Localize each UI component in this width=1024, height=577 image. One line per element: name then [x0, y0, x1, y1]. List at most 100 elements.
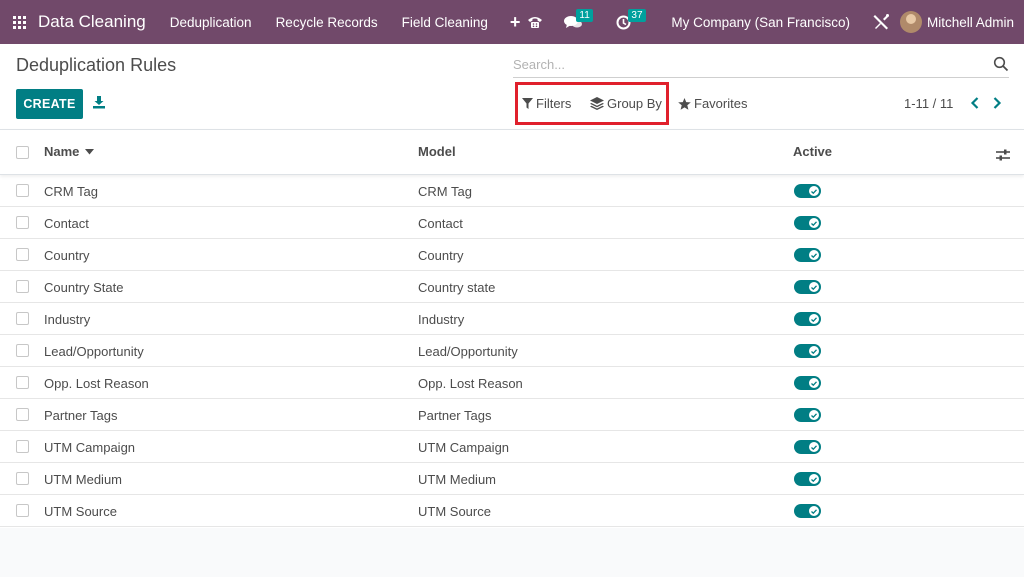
active-toggle[interactable] — [794, 472, 821, 486]
row-checkbox[interactable] — [16, 504, 29, 517]
table-row[interactable]: UTM Medium UTM Medium — [0, 463, 1024, 495]
tools-icon[interactable] — [862, 0, 900, 44]
cell-model: Contact — [418, 216, 463, 231]
row-checkbox[interactable] — [16, 248, 29, 261]
cell-model: UTM Campaign — [418, 440, 510, 455]
user-menu[interactable]: Mitchell Admin — [927, 15, 1024, 30]
table-row[interactable]: Country Country — [0, 239, 1024, 271]
filters-button[interactable]: Filters — [522, 96, 571, 111]
chevron-left-icon[interactable] — [969, 96, 981, 110]
check-icon — [809, 250, 819, 260]
check-icon — [809, 442, 819, 452]
app-title[interactable]: Data Cleaning — [38, 12, 146, 32]
table-row[interactable]: Opp. Lost Reason Opp. Lost Reason — [0, 367, 1024, 399]
cell-name: Contact — [44, 216, 89, 231]
page-title: Deduplication Rules — [16, 55, 177, 75]
sort-down-icon — [85, 148, 95, 154]
cell-name: Opp. Lost Reason — [44, 376, 149, 391]
check-icon — [809, 506, 819, 516]
row-checkbox[interactable] — [16, 376, 29, 389]
phone-icon[interactable] — [516, 0, 554, 44]
activities-badge: 37 — [628, 9, 646, 22]
cell-model: Country — [418, 248, 464, 263]
table-row[interactable]: CRM Tag CRM Tag — [0, 175, 1024, 207]
active-toggle[interactable] — [794, 280, 821, 294]
column-header-model[interactable]: Model — [418, 144, 456, 159]
row-checkbox[interactable] — [16, 408, 29, 421]
filter-icon — [522, 98, 533, 109]
menu-deduplication[interactable]: Deduplication — [158, 15, 264, 30]
active-toggle[interactable] — [794, 408, 821, 422]
cell-model: CRM Tag — [418, 184, 472, 199]
table-row[interactable]: Contact Contact — [0, 207, 1024, 239]
user-avatar[interactable] — [899, 11, 922, 33]
cell-name: Lead/Opportunity — [44, 344, 144, 359]
cell-model: Opp. Lost Reason — [418, 376, 523, 391]
active-toggle[interactable] — [794, 344, 821, 358]
cell-name: UTM Campaign — [44, 440, 136, 455]
search-icon[interactable] — [993, 56, 1009, 72]
row-checkbox[interactable] — [16, 312, 29, 325]
groupby-label: Group By — [607, 96, 662, 111]
table-body: CRM Tag CRM Tag Contact Contact Country Count… — [0, 175, 1024, 527]
row-checkbox[interactable] — [16, 216, 29, 229]
download-icon[interactable] — [92, 95, 106, 109]
check-icon — [809, 474, 819, 484]
table-header: Name Model Active — [0, 129, 1024, 175]
optional-columns-icon[interactable] — [996, 148, 1010, 162]
row-checkbox[interactable] — [16, 280, 29, 293]
groupby-button[interactable]: Group By — [590, 96, 662, 111]
active-toggle[interactable] — [794, 248, 821, 262]
cell-name: Country — [44, 248, 90, 263]
favorites-label: Favorites — [694, 96, 748, 111]
create-button[interactable]: CREATE — [16, 89, 83, 119]
table-row[interactable]: UTM Source UTM Source — [0, 495, 1024, 527]
activities-icon[interactable]: 37 — [606, 0, 659, 44]
select-all-checkbox[interactable] — [16, 146, 29, 159]
pager-value[interactable]: 1-11 / 11 — [904, 96, 953, 111]
cell-name: Country State — [44, 280, 124, 295]
company-switcher[interactable]: My Company (San Francisco) — [659, 15, 862, 30]
table-row[interactable]: Industry Industry — [0, 303, 1024, 335]
active-toggle[interactable] — [794, 376, 821, 390]
favorites-button[interactable]: Favorites — [678, 96, 747, 111]
row-checkbox[interactable] — [16, 184, 29, 197]
search-bar — [513, 52, 1009, 78]
check-icon — [809, 218, 819, 228]
cell-name: UTM Medium — [44, 472, 123, 487]
apps-menu-icon[interactable] — [0, 0, 38, 44]
check-icon — [809, 314, 819, 324]
active-toggle[interactable] — [794, 440, 821, 454]
search-input[interactable] — [513, 52, 983, 76]
cell-model: Lead/Opportunity — [418, 344, 518, 359]
messages-badge: 11 — [576, 9, 593, 22]
column-header-name[interactable]: Name — [44, 144, 95, 159]
table-row[interactable]: UTM Campaign UTM Campaign — [0, 431, 1024, 463]
list-view: Name Model Active CRM Tag CRM Tag Contact C… — [0, 129, 1024, 527]
messages-icon[interactable]: 11 — [554, 0, 606, 44]
active-toggle[interactable] — [794, 216, 821, 230]
check-icon — [809, 410, 819, 420]
row-checkbox[interactable] — [16, 472, 29, 485]
cell-model: UTM Source — [418, 504, 491, 519]
cell-name: CRM Tag — [44, 184, 98, 199]
menu-field-cleaning[interactable]: Field Cleaning — [390, 15, 500, 30]
row-checkbox[interactable] — [16, 440, 29, 453]
chevron-right-icon[interactable] — [991, 96, 1003, 110]
table-row[interactable]: Lead/Opportunity Lead/Opportunity — [0, 335, 1024, 367]
column-header-active[interactable]: Active — [793, 144, 832, 159]
layers-icon — [590, 97, 604, 110]
check-icon — [809, 282, 819, 292]
row-checkbox[interactable] — [16, 344, 29, 357]
active-toggle[interactable] — [794, 184, 821, 198]
cell-model: UTM Medium — [418, 472, 497, 487]
cell-name: Industry — [44, 312, 91, 327]
cell-model: Country state — [418, 280, 496, 295]
active-toggle[interactable] — [794, 312, 821, 326]
table-row[interactable]: Partner Tags Partner Tags — [0, 399, 1024, 431]
star-icon — [678, 97, 691, 110]
active-toggle[interactable] — [794, 504, 821, 518]
menu-recycle-records[interactable]: Recycle Records — [264, 15, 390, 30]
check-icon — [809, 346, 819, 356]
table-row[interactable]: Country State Country state — [0, 271, 1024, 303]
